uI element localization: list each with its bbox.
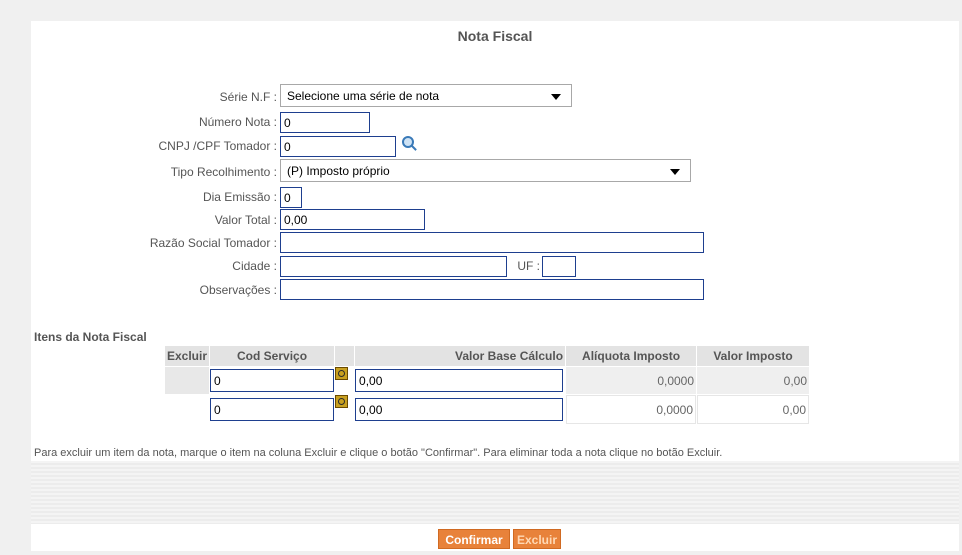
lookup-cell <box>335 395 354 424</box>
valor-base-cell <box>355 395 565 424</box>
header-valor-imposto: Valor Imposto <box>697 346 810 366</box>
header-cod-servico: Cod Serviço <box>210 346 335 366</box>
valor-total-field[interactable] <box>280 209 425 230</box>
serie-label: Série N.F : <box>219 90 277 104</box>
uf-field[interactable] <box>542 256 576 277</box>
uf-label: UF : <box>517 259 540 273</box>
page-title: Nota Fiscal <box>457 28 533 44</box>
header-spacer <box>335 346 355 366</box>
tipo-select-value: (P) Imposto próprio <box>287 164 390 178</box>
razao-social-field[interactable] <box>280 232 704 253</box>
lookup-cell <box>335 367 354 394</box>
numero-nota-field[interactable] <box>280 112 370 133</box>
excluir-button[interactable]: Excluir <box>513 529 561 549</box>
itens-section-title: Itens da Nota Fiscal <box>34 330 147 344</box>
valor-base-input[interactable] <box>355 398 564 421</box>
dia-emissao-field[interactable] <box>280 187 302 208</box>
razao-label: Razão Social Tomador : <box>149 236 277 250</box>
confirmar-button[interactable]: Confirmar <box>438 529 510 549</box>
table-row: 0,0000 0,00 <box>165 395 810 424</box>
cod-servico-cell <box>210 395 335 424</box>
valor-imposto-cell: 0,00 <box>697 367 810 394</box>
header-excluir: Excluir <box>165 346 210 366</box>
valor-base-input[interactable] <box>355 369 564 392</box>
nota-fiscal-panel: Nota Fiscal Série N.F : Selecione uma sé… <box>31 21 959 551</box>
serie-select[interactable]: Selecione uma série de nota <box>280 84 572 107</box>
chevron-down-icon <box>670 169 680 175</box>
cod-servico-input[interactable] <box>210 369 335 392</box>
lookup-icon[interactable] <box>335 367 349 380</box>
help-text: Para excluir um item da nota, marque o i… <box>34 447 723 459</box>
aliquota-cell: 0,0000 <box>566 367 697 394</box>
excluir-cell[interactable] <box>165 395 209 424</box>
chevron-down-icon <box>551 94 561 100</box>
valor-imposto-cell: 0,00 <box>697 395 810 424</box>
dia-label: Dia Emissão : <box>202 190 277 204</box>
aliquota-cell: 0,0000 <box>566 395 697 424</box>
cod-servico-input[interactable] <box>210 398 335 421</box>
magnifier-icon[interactable] <box>402 136 414 148</box>
observacoes-field[interactable] <box>280 279 704 300</box>
itens-header-row: Excluir Cod Serviço Valor Base Cálculo A… <box>165 346 810 366</box>
valor-base-cell <box>355 367 565 394</box>
excluir-cell[interactable] <box>165 367 210 394</box>
tipo-recolhimento-select[interactable]: (P) Imposto próprio <box>280 159 691 182</box>
footer-stripe <box>31 461 959 524</box>
tipo-label: Tipo Recolhimento : <box>170 165 277 179</box>
cod-servico-cell <box>210 367 335 394</box>
valor-label: Valor Total : <box>214 213 277 227</box>
header-valor-base: Valor Base Cálculo <box>355 346 566 366</box>
serie-select-value: Selecione uma série de nota <box>287 89 440 103</box>
lookup-icon[interactable] <box>335 395 349 408</box>
numero-label: Número Nota : <box>198 115 277 129</box>
table-row: 0,0000 0,00 <box>165 367 810 394</box>
obs-label: Observações : <box>199 283 277 297</box>
cnpj-field[interactable] <box>280 136 396 157</box>
cidade-field[interactable] <box>280 256 507 277</box>
header-aliquota: Alíquota Imposto <box>566 346 697 366</box>
cnpj-label: CNPJ /CPF Tomador : <box>158 139 277 153</box>
itens-table: Excluir Cod Serviço Valor Base Cálculo A… <box>164 345 810 425</box>
cidade-label: Cidade : <box>232 259 277 273</box>
